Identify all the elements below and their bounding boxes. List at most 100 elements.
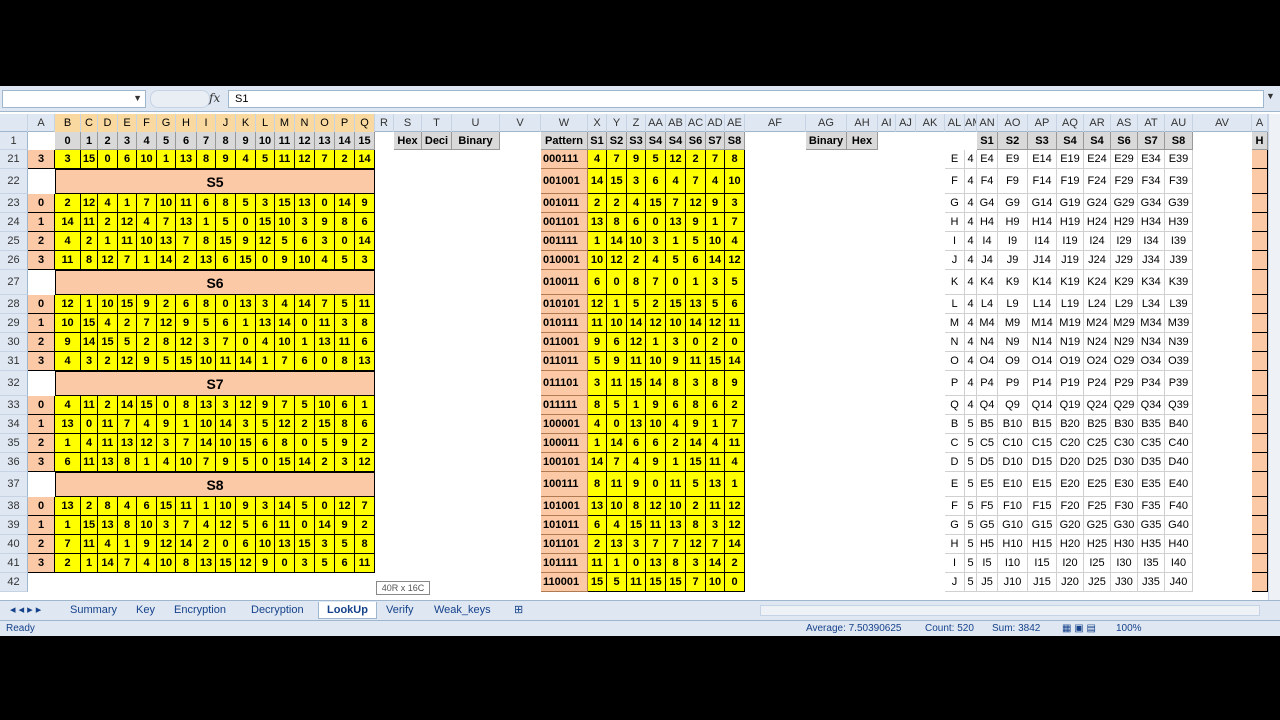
column-header[interactable]: AC xyxy=(686,114,706,132)
sbox-value-cell[interactable]: 9 xyxy=(216,453,236,472)
column-header[interactable]: A xyxy=(1252,114,1268,132)
lookup-label-cell[interactable]: E5 xyxy=(977,472,998,497)
sbox-col-header[interactable]: 0 xyxy=(55,132,81,150)
tab-decryption[interactable]: Decryption xyxy=(243,602,312,619)
pattern-value-cell[interactable]: 9 xyxy=(666,352,686,371)
sbox-value-cell[interactable]: 0 xyxy=(315,352,335,371)
pattern-value-cell[interactable]: 14 xyxy=(706,251,725,270)
sbox-value-cell[interactable]: 4 xyxy=(275,295,295,314)
pattern-value-cell[interactable]: 11 xyxy=(646,516,666,535)
sbox-value-cell[interactable]: 15 xyxy=(81,150,98,169)
lookup-label-cell[interactable]: D30 xyxy=(1111,453,1138,472)
far-right-cell[interactable] xyxy=(1252,396,1268,415)
sbox-value-cell[interactable]: 15 xyxy=(81,516,98,535)
pattern-value-cell[interactable]: 2 xyxy=(607,194,627,213)
sbox-value-cell[interactable]: 10 xyxy=(216,497,236,516)
pattern-value-cell[interactable]: 14 xyxy=(706,554,725,573)
lookup-label-cell[interactable]: G35 xyxy=(1138,516,1165,535)
sbox-value-cell[interactable]: 13 xyxy=(355,352,375,371)
sbox-value-cell[interactable]: 14 xyxy=(275,497,295,516)
sbox-value-cell[interactable]: 2 xyxy=(55,194,81,213)
lookup-label-cell[interactable]: Q14 xyxy=(1028,396,1057,415)
lookup-label-cell[interactable]: N9 xyxy=(998,333,1028,352)
sbox-value-cell[interactable]: 6 xyxy=(118,150,137,169)
lookup-label-cell[interactable]: I4 xyxy=(977,232,998,251)
lookup-label-cell[interactable]: B5 xyxy=(977,415,998,434)
sbox-value-cell[interactable]: 2 xyxy=(295,415,315,434)
lookup-label-cell[interactable]: 5 xyxy=(965,434,977,453)
pattern-value-cell[interactable]: 12 xyxy=(706,314,725,333)
row-header[interactable]: 28 xyxy=(0,295,28,314)
lookup-label-cell[interactable]: D35 xyxy=(1138,453,1165,472)
lookup-label-cell[interactable]: B10 xyxy=(998,415,1028,434)
sbox-col-header[interactable]: 5 xyxy=(157,132,176,150)
pattern-value-cell[interactable]: 0 xyxy=(725,573,745,592)
sbox-col-header[interactable]: 10 xyxy=(256,132,275,150)
pattern-cell[interactable]: 100011 xyxy=(541,434,588,453)
lookup-label-cell[interactable]: E40 xyxy=(1165,472,1193,497)
far-right-cell[interactable] xyxy=(1252,352,1268,371)
pattern-value-cell[interactable]: 15 xyxy=(686,453,706,472)
sbox-value-cell[interactable]: 8 xyxy=(197,232,216,251)
pattern-value-cell[interactable]: 5 xyxy=(607,396,627,415)
far-right-cell[interactable] xyxy=(1252,497,1268,516)
pattern-value-cell[interactable]: 8 xyxy=(706,371,725,396)
lookup-label-cell[interactable]: M24 xyxy=(1084,314,1111,333)
sbox-value-cell[interactable]: 7 xyxy=(275,396,295,415)
column-header[interactable]: AI xyxy=(878,114,896,132)
sbox-value-cell[interactable]: 1 xyxy=(118,194,137,213)
lookup-label-cell[interactable]: L9 xyxy=(998,295,1028,314)
sbox-value-cell[interactable]: 9 xyxy=(236,232,256,251)
lookup-label-cell[interactable]: F4 xyxy=(977,169,998,194)
sbox-value-cell[interactable]: 0 xyxy=(98,150,118,169)
sbox-value-cell[interactable]: 14 xyxy=(197,434,216,453)
sbox-value-cell[interactable]: 13 xyxy=(118,434,137,453)
pattern-header[interactable]: S3 xyxy=(627,132,646,150)
header-deci[interactable]: Deci xyxy=(422,132,452,150)
header-binary[interactable]: Binary xyxy=(452,132,500,150)
sbox-value-cell[interactable]: 5 xyxy=(295,497,315,516)
lookup-label-cell[interactable]: F30 xyxy=(1111,497,1138,516)
pattern-value-cell[interactable]: 10 xyxy=(627,232,646,251)
sbox-value-cell[interactable]: 6 xyxy=(197,194,216,213)
pattern-value-cell[interactable]: 12 xyxy=(646,314,666,333)
row-index-cell[interactable]: 0 xyxy=(28,497,55,516)
sbox-value-cell[interactable]: 10 xyxy=(137,516,157,535)
column-header[interactable]: R xyxy=(375,114,394,132)
lookup-label-cell[interactable]: B15 xyxy=(1028,415,1057,434)
far-right-header[interactable]: H xyxy=(1252,132,1268,150)
pattern-value-cell[interactable]: 15 xyxy=(627,371,646,396)
pattern-cell[interactable]: 101001 xyxy=(541,497,588,516)
pattern-value-cell[interactable]: 9 xyxy=(706,194,725,213)
row-header[interactable]: 42 xyxy=(0,573,28,592)
sbox-value-cell[interactable]: 15 xyxy=(98,333,118,352)
sbox-value-cell[interactable]: 10 xyxy=(275,333,295,352)
sbox-value-cell[interactable]: 3 xyxy=(335,314,355,333)
lookup-label-cell[interactable]: Q29 xyxy=(1111,396,1138,415)
lookup-label-cell[interactable]: G4 xyxy=(977,194,998,213)
lookup-label-cell[interactable]: M xyxy=(945,314,965,333)
lookup-label-cell[interactable]: G29 xyxy=(1111,194,1138,213)
lookup-label-cell[interactable]: I30 xyxy=(1111,554,1138,573)
pattern-cell[interactable]: 010111 xyxy=(541,314,588,333)
sbox-name-header[interactable]: S4 xyxy=(1084,132,1111,150)
sbox-value-cell[interactable]: 2 xyxy=(176,251,197,270)
sbox-col-header[interactable]: 7 xyxy=(197,132,216,150)
lookup-label-cell[interactable]: D xyxy=(945,453,965,472)
column-header[interactable]: AV xyxy=(1193,114,1252,132)
pattern-value-cell[interactable]: 10 xyxy=(646,352,666,371)
far-right-cell[interactable] xyxy=(1252,573,1268,592)
column-header[interactable]: K xyxy=(236,114,256,132)
column-header[interactable]: M xyxy=(275,114,295,132)
column-header[interactable]: AP xyxy=(1028,114,1057,132)
sbox-value-cell[interactable]: 5 xyxy=(335,535,355,554)
column-header[interactable]: AH xyxy=(847,114,878,132)
pattern-value-cell[interactable]: 11 xyxy=(588,554,607,573)
pattern-cell[interactable]: 101101 xyxy=(541,535,588,554)
sbox-value-cell[interactable]: 3 xyxy=(236,415,256,434)
sbox-value-cell[interactable]: 10 xyxy=(157,554,176,573)
sbox-value-cell[interactable]: 9 xyxy=(55,333,81,352)
sbox-value-cell[interactable]: 1 xyxy=(197,213,216,232)
pattern-value-cell[interactable]: 3 xyxy=(706,270,725,295)
sbox-value-cell[interactable]: 4 xyxy=(98,314,118,333)
